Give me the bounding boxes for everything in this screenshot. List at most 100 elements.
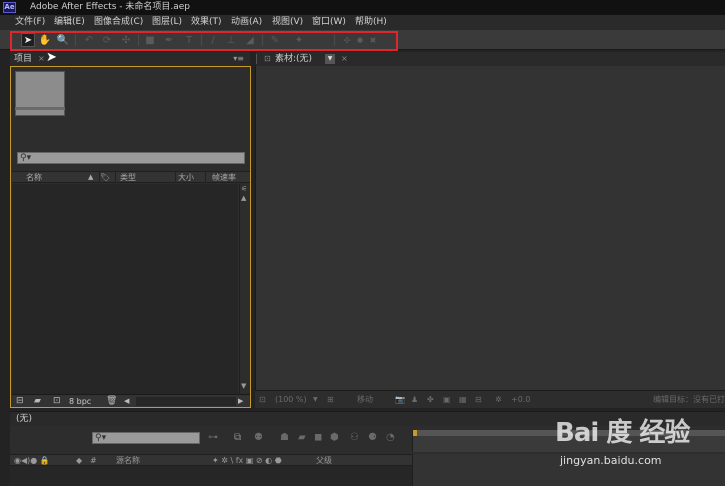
new-folder-icon[interactable]: ▰: [34, 396, 41, 407]
title-bar: Ae Adobe After Effects - 未命名项目.aep: [0, 0, 725, 15]
camera-orbit-tool-icon[interactable]: ⟳: [100, 33, 114, 47]
menu-window[interactable]: 窗口(W): [312, 16, 346, 29]
project-item-list[interactable]: [12, 184, 238, 394]
menu-bar: 文件(F) 编辑(E) 图像合成(C) 图层(L) 效果(T) 动画(A) 视图…: [0, 15, 725, 30]
horizontal-scrollbar[interactable]: [136, 397, 236, 406]
type-tool-icon[interactable]: T: [182, 33, 196, 47]
baidu-jingyan-watermark: Bai 度 经验 jingyan.baidu.com: [555, 412, 725, 486]
menu-layer[interactable]: 图层(L): [152, 16, 182, 29]
exposure-icon[interactable]: ✲: [495, 394, 502, 406]
footage-lock-icon[interactable]: ⊡: [262, 52, 271, 66]
av-features-column[interactable]: ◉◀)● 🔒: [14, 455, 50, 466]
auto-keyframe-icon[interactable]: ⚈: [368, 432, 377, 444]
scroll-left-icon[interactable]: ◀: [124, 396, 129, 407]
tab-project[interactable]: 项目: [10, 52, 36, 66]
motion-blur-icon[interactable]: ◼: [314, 432, 322, 444]
column-size[interactable]: 大小: [178, 172, 206, 183]
roto-brush-tool-icon[interactable]: ✎: [268, 33, 282, 47]
label-column[interactable]: ◆: [76, 455, 82, 466]
camera-pan-tool-icon[interactable]: ✣: [119, 33, 133, 47]
zoom-tool-icon[interactable]: 🔍: [56, 33, 70, 47]
trash-icon[interactable]: 🗑: [106, 396, 117, 407]
window-title: Adobe After Effects - 未命名项目.aep: [30, 2, 190, 12]
project-search-input[interactable]: ⚲▾: [17, 152, 245, 164]
menu-view[interactable]: 视图(V): [272, 16, 303, 29]
shy-layers-icon[interactable]: ☗: [280, 432, 289, 444]
panel-menu-icon[interactable]: ▾≡: [233, 52, 244, 66]
scroll-up-icon[interactable]: ▲: [241, 194, 246, 202]
tools-panel: ➤ ✋ 🔍 ↶ ⟳ ✣ ■ ✒ T / ⊥ ◢ ✎ ✦ ✣ ● ✖: [0, 30, 725, 50]
label-tag-icon[interactable]: 🏷: [100, 172, 116, 183]
rotation-tool-icon[interactable]: ↶: [82, 33, 96, 47]
puppet-overlap-tool-icon[interactable]: ✣: [340, 33, 354, 47]
project-column-header: 名称 ▲ 🏷 类型 大小 帧速率: [12, 171, 250, 183]
source-name-column[interactable]: 源名称: [116, 455, 140, 466]
snapshot-icon[interactable]: 📷: [395, 394, 405, 406]
pen-tool-icon[interactable]: ✒: [162, 33, 176, 47]
fit-icon[interactable]: ⊞: [327, 394, 334, 406]
region-of-interest-icon[interactable]: ▣: [443, 394, 451, 406]
switches-column[interactable]: ✦ ✲ \ fx ▣ ⊘ ◐ ⬣: [212, 455, 282, 466]
project-scrollbar[interactable]: ⚟ ▲ ▼: [239, 184, 250, 394]
toolbar-divider: [334, 34, 335, 46]
parent-column[interactable]: 父级: [316, 455, 332, 466]
brainstorm-icon[interactable]: ⬢: [330, 432, 339, 444]
draft-3d-icon[interactable]: ⚉: [254, 432, 263, 444]
close-icon[interactable]: ×: [341, 52, 348, 66]
menu-animation[interactable]: 动画(A): [231, 16, 262, 29]
footage-dropdown-icon[interactable]: ▼: [325, 54, 335, 64]
graph-editor-icon[interactable]: ⚇: [350, 432, 359, 444]
puppet-pin-tool-icon[interactable]: ✦: [292, 33, 306, 47]
timeline-search-input[interactable]: ⚲▾: [92, 432, 200, 444]
selection-tool-icon[interactable]: ➤: [21, 33, 35, 47]
column-frame-rate[interactable]: 帧速率: [212, 172, 250, 183]
move-label[interactable]: 移动: [357, 394, 373, 406]
clock-icon[interactable]: ◔: [386, 432, 395, 444]
mouse-cursor-icon: ➤: [46, 50, 57, 65]
timeline-layer-list[interactable]: [10, 466, 412, 486]
watermark-url: jingyan.baidu.com: [560, 454, 662, 467]
interpret-footage-icon[interactable]: ⊟: [16, 396, 24, 407]
color-depth-button[interactable]: 8 bpc: [69, 396, 91, 407]
clone-stamp-tool-icon[interactable]: ⊥: [224, 33, 238, 47]
flowchart-icon[interactable]: ⚟: [241, 185, 247, 193]
live-update-icon[interactable]: ⧉: [234, 432, 241, 444]
frame-blending-icon[interactable]: ▰: [298, 432, 306, 444]
show-snapshot-icon[interactable]: ♟: [411, 394, 418, 406]
hand-tool-icon[interactable]: ✋: [38, 33, 52, 47]
brush-tool-icon[interactable]: /: [206, 33, 220, 47]
search-icon: ⚲▾: [95, 433, 107, 443]
sort-icon[interactable]: ▲: [88, 172, 98, 183]
eraser-tool-icon[interactable]: ◢: [243, 33, 257, 47]
transparency-grid-icon[interactable]: ▦: [459, 394, 467, 406]
tab-timeline[interactable]: (无): [12, 412, 36, 427]
footage-tab-row: ⊡ 素材:(无) ▼ ×: [256, 52, 725, 66]
close-icon[interactable]: ×: [38, 52, 45, 66]
menu-help[interactable]: 帮助(H): [355, 16, 387, 29]
always-preview-icon[interactable]: ⊡: [259, 394, 266, 406]
zoom-level[interactable]: (100 %): [275, 394, 307, 406]
color-channel-icon[interactable]: ✤: [427, 394, 434, 406]
menu-composition[interactable]: 图像合成(C): [94, 16, 143, 29]
puppet-close-tool-icon[interactable]: ✖: [366, 33, 380, 47]
watermark-logo: Bai 度 经验: [555, 418, 690, 448]
zoom-dropdown-icon[interactable]: ▼: [313, 394, 318, 406]
comp-mini-flowchart-icon[interactable]: ⊶: [208, 432, 218, 444]
grid-icon[interactable]: ⊟: [475, 394, 482, 406]
tab-footage[interactable]: 素材:(无): [273, 52, 312, 66]
exposure-value[interactable]: +0.0: [511, 394, 530, 406]
number-column[interactable]: #: [90, 455, 97, 466]
scroll-down-icon[interactable]: ▼: [241, 382, 246, 390]
menu-edit[interactable]: 编辑(E): [54, 16, 85, 29]
menu-file[interactable]: 文件(F): [15, 16, 45, 29]
rectangle-mask-tool-icon[interactable]: ■: [143, 33, 157, 47]
menu-effect[interactable]: 效果(T): [191, 16, 222, 29]
edit-target-label: 编辑目标：没有已打: [653, 395, 725, 404]
puppet-starch-tool-icon[interactable]: ●: [353, 33, 367, 47]
footage-viewer[interactable]: [255, 66, 725, 390]
new-composition-icon[interactable]: ⊡: [53, 396, 61, 407]
column-type[interactable]: 类型: [120, 172, 176, 183]
footage-viewer-footer: ⊡ (100 %) ▼ ⊞ 移动 📷 ♟ ✤ ▣ ▦ ⊟ ✲ +0.0 编辑目标…: [255, 390, 725, 408]
scroll-right-icon[interactable]: ▶: [238, 396, 243, 407]
project-panel: ⚲▾ 名称 ▲ 🏷 类型 大小 帧速率 ⚟ ▲ ▼ ⊟ ▰ ⊡ 8 bpc 🗑 …: [10, 66, 251, 408]
